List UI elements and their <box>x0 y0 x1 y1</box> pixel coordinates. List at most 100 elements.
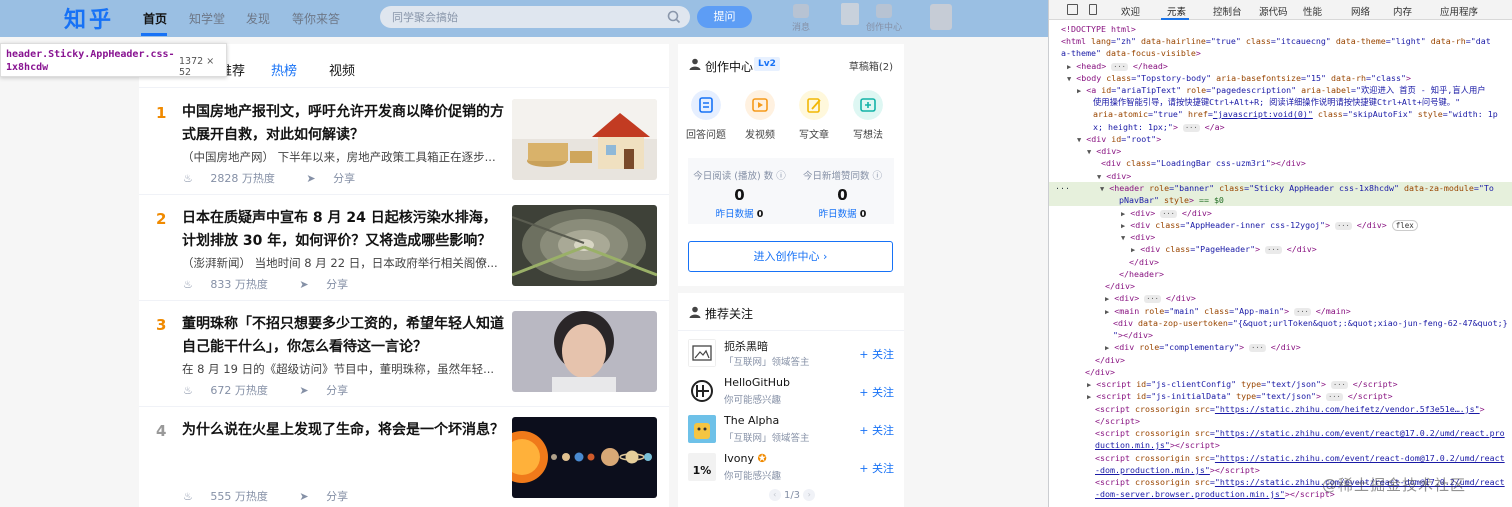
follow-name[interactable]: HelloGitHub <box>724 376 790 389</box>
dom-node[interactable]: ▶ <head> ··· </head> <box>1049 60 1512 72</box>
ask-question-button[interactable]: 提问 <box>697 6 752 28</box>
dom-node[interactable]: ▼ <div> <box>1049 145 1512 157</box>
follow-item[interactable]: HelloGitHub 你可能感兴趣 + 关注 <box>688 376 894 408</box>
hot-list-item[interactable]: 2 日本在质疑声中宣布 8 月 24 日起核污染水排海，计划排放 30 年，如何… <box>139 195 669 301</box>
dom-node[interactable]: </div> <box>1049 366 1512 378</box>
search-input[interactable] <box>392 9 652 25</box>
zhihu-logo[interactable]: 知乎 <box>64 2 114 34</box>
follow-button[interactable]: + 关注 <box>859 346 894 362</box>
follow-name[interactable]: Ivony ✪ <box>724 452 767 465</box>
search-icon[interactable] <box>666 9 682 25</box>
dom-node[interactable]: <script crossorigin src="https://static.… <box>1049 403 1512 415</box>
dom-node[interactable]: <!DOCTYPE html> <box>1049 23 1512 35</box>
tool-post-video[interactable]: 发视频 <box>740 90 780 141</box>
devtools-tab-network[interactable]: 网络 <box>1351 4 1370 18</box>
nav-zhixuetang[interactable]: 知学堂 <box>189 10 225 27</box>
tool-answer-question[interactable]: 回答问题 <box>686 90 726 141</box>
user-avatar[interactable] <box>688 377 716 405</box>
notification-button[interactable]: 消息 <box>781 4 821 34</box>
follow-item[interactable]: 扼杀黑暗 「互联网」领域答主 + 关注 <box>688 338 894 370</box>
dom-node[interactable]: a-theme" data-focus-visible> <box>1049 47 1512 59</box>
user-avatar[interactable] <box>930 4 952 30</box>
follow-item[interactable]: 1% Ivony ✪ 你可能感兴趣 + 关注 <box>688 452 894 484</box>
nav-waiting-answers[interactable]: 等你来答 <box>292 10 340 27</box>
solar-system-thumbnail[interactable] <box>512 417 657 498</box>
dom-node[interactable]: <div data-zop-usertoken="{&quot;urlToken… <box>1049 317 1512 329</box>
dom-node[interactable]: <script crossorigin src="https://static.… <box>1049 427 1512 439</box>
follow-name[interactable]: The Alpha <box>724 414 779 427</box>
user-avatar[interactable] <box>688 339 716 367</box>
nav-home[interactable]: 首页 <box>143 10 167 27</box>
share-button[interactable]: ➤ 分享 <box>299 384 362 397</box>
share-button[interactable]: ➤ 分享 <box>299 490 362 503</box>
device-toolbar-icon[interactable] <box>1089 4 1097 15</box>
dom-node[interactable]: </div> <box>1049 354 1512 366</box>
dom-node[interactable]: <html lang="zh" data-hairline="true" cla… <box>1049 35 1512 47</box>
dom-node[interactable]: <div class="LoadingBar css-uzm3ri"></div… <box>1049 157 1512 169</box>
devtools-tab-memory[interactable]: 内存 <box>1393 4 1412 18</box>
follow-button[interactable]: + 关注 <box>859 460 894 476</box>
user-avatar[interactable] <box>688 415 716 443</box>
share-button[interactable]: ➤ 分享 <box>299 278 362 291</box>
tool-write-idea[interactable]: 写想法 <box>848 90 888 141</box>
follow-button[interactable]: + 关注 <box>859 422 894 438</box>
dom-node[interactable]: ▶ <div> ··· </div> <box>1049 292 1512 304</box>
tab-video[interactable]: 视频 <box>329 60 355 79</box>
dom-node[interactable]: ▶ <div class="AppHeader-inner css-12ygoj… <box>1049 219 1512 231</box>
dom-node[interactable]: </script> <box>1049 415 1512 427</box>
drafts-link[interactable]: 草稿箱(2) <box>849 58 893 73</box>
dom-node[interactable]: </div> <box>1049 280 1512 292</box>
devtools-tab-welcome[interactable]: 欢迎 <box>1121 4 1140 18</box>
follow-name[interactable]: 扼杀黑暗 <box>724 338 768 354</box>
dom-node[interactable]: ▶ <a id="ariaTipText" role="pagedescript… <box>1049 84 1512 96</box>
devtools-tab-sources[interactable]: 源代码 <box>1259 4 1288 18</box>
prev-page-button[interactable]: ‹ <box>768 489 781 501</box>
enter-creator-center-button[interactable]: 进入创作中心 › <box>688 241 893 272</box>
devtools-tab-application[interactable]: 应用程序 <box>1440 4 1478 18</box>
tab-hot[interactable]: 热榜 <box>271 60 297 79</box>
hot-item-title[interactable]: 董明珠称「不招只想要多少工资的，希望年轻人知道自己能干什么」，你怎么看待这一言论… <box>182 313 504 359</box>
dom-node-selected[interactable]: ··· ▼ <header role="banner" class="Stick… <box>1049 182 1512 195</box>
next-page-button[interactable]: › <box>803 489 816 501</box>
hot-item-title[interactable]: 日本在质疑声中宣布 8 月 24 日起核污染水排海，计划排放 30 年，如何评价… <box>182 207 504 253</box>
dom-node[interactable]: </header> <box>1049 268 1512 280</box>
dom-node[interactable]: ▶ <main role="main" class="App-main"> ··… <box>1049 305 1512 317</box>
creator-center-button[interactable]: 创作中心 <box>864 4 904 34</box>
dom-node-selected[interactable]: pNavBar" style> == $0 <box>1049 194 1512 207</box>
dom-node[interactable]: x; height: 1px;"> ··· </a> <box>1049 121 1512 133</box>
devtools-tab-performance[interactable]: 性能 <box>1303 4 1322 18</box>
hot-list-item[interactable]: 3 董明珠称「不招只想要多少工资的，希望年轻人知道自己能干什么」，你怎么看待这一… <box>139 301 669 407</box>
dom-node[interactable]: ▼ <div id="root"> <box>1049 133 1512 145</box>
tunnel-pipes-thumbnail[interactable] <box>512 205 657 286</box>
tool-write-article[interactable]: 写文章 <box>794 90 834 141</box>
dom-node[interactable]: <script crossorigin src="https://static.… <box>1049 452 1512 464</box>
dom-node[interactable]: ▶ <script id="js-clientConfig" type="tex… <box>1049 378 1512 390</box>
nav-discover[interactable]: 发现 <box>246 10 270 27</box>
dom-node[interactable]: duction.min.js"></script> <box>1049 439 1512 451</box>
hot-list-item[interactable]: 1 中国房地产报刊文，呼吁允许开发商以降价促销的方式展开自救，对此如何解读？ （… <box>139 89 669 195</box>
dom-node[interactable]: ▶ <script id="js-initialData" type="text… <box>1049 390 1512 402</box>
share-button[interactable]: ➤ 分享 <box>306 172 369 185</box>
house-coins-thumbnail[interactable] <box>512 99 657 180</box>
hot-list-item[interactable]: 4 为什么说在火星上发现了生命，将会是一个坏消息？ ♨ 555 万热度 ➤ 分享 <box>139 407 669 507</box>
dom-node[interactable]: ▶ <div> ··· </div> <box>1049 207 1512 219</box>
dom-node[interactable]: aria-atomic="true" href="javascript:void… <box>1049 108 1512 120</box>
dom-node[interactable]: </div> <box>1049 256 1512 268</box>
dom-node[interactable]: ▶ <div class="PageHeader"> ··· </div> <box>1049 243 1512 255</box>
dom-node[interactable]: 使用操作智能引导，请按快捷键Ctrl+Alt+R; 阅读详细操作说明请按快捷键C… <box>1049 96 1512 108</box>
user-avatar[interactable]: 1% <box>688 453 716 481</box>
dom-node[interactable]: ▼ <body class="Topstory-body" aria-basef… <box>1049 72 1512 84</box>
follow-button[interactable]: + 关注 <box>859 384 894 400</box>
hot-item-title[interactable]: 为什么说在火星上发现了生命，将会是一个坏消息？ <box>182 419 504 442</box>
portrait-thumbnail[interactable] <box>512 311 657 392</box>
dom-node[interactable]: ▼ <div> <box>1049 231 1512 243</box>
dom-node[interactable]: ▶ <div role="complementary"> ··· </div> <box>1049 341 1512 353</box>
dom-node[interactable]: ▼ <div> <box>1049 170 1512 182</box>
follow-item[interactable]: The Alpha 「互联网」领域答主 + 关注 <box>688 414 894 446</box>
devtools-tab-console[interactable]: 控制台 <box>1213 4 1242 18</box>
devtools-tab-elements[interactable]: 元素 <box>1167 4 1186 18</box>
inspect-element-icon[interactable] <box>1067 4 1078 15</box>
hot-item-title[interactable]: 中国房地产报刊文，呼吁允许开发商以降价促销的方式展开自救，对此如何解读？ <box>182 101 504 147</box>
dom-node[interactable]: "></div> <box>1049 329 1512 341</box>
search-box[interactable] <box>380 6 690 28</box>
